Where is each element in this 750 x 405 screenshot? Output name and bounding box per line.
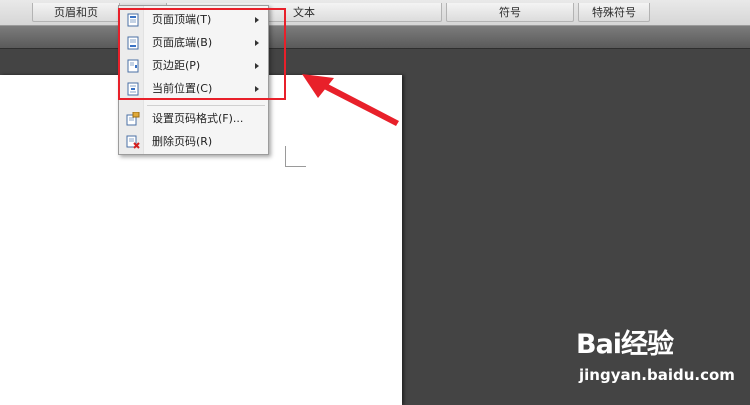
delete-page-number-icon	[126, 135, 140, 149]
menu-item-format-page-number[interactable]: 设置页码格式(F)...	[120, 108, 267, 130]
menu-item-delete-page-number[interactable]: 删除页码(R)	[120, 131, 267, 153]
page-margin-corner-mark	[285, 146, 306, 167]
ribbon-group-bar: 页眉和页 文本 符号 特殊符号	[0, 0, 750, 26]
watermark-logo: Bai经验	[576, 329, 674, 360]
menu-separator	[147, 105, 265, 106]
format-page-number-icon	[126, 112, 140, 126]
annotation-arrow-icon	[302, 74, 399, 126]
watermark-url: jingyan.baidu.com	[579, 366, 735, 384]
group-special-symbols[interactable]: 特殊符号	[578, 3, 650, 22]
baidu-jingyan-watermark: Bai经验 jingyan.baidu.com	[576, 322, 746, 392]
annotation-highlight-box	[118, 8, 286, 100]
ruler-bar	[0, 26, 750, 49]
group-symbols[interactable]: 符号	[446, 3, 574, 22]
menu-item-label: 删除页码(R)	[152, 135, 213, 148]
menu-item-label: 设置页码格式(F)...	[152, 112, 244, 125]
group-header-footer[interactable]: 页眉和页	[32, 3, 120, 22]
